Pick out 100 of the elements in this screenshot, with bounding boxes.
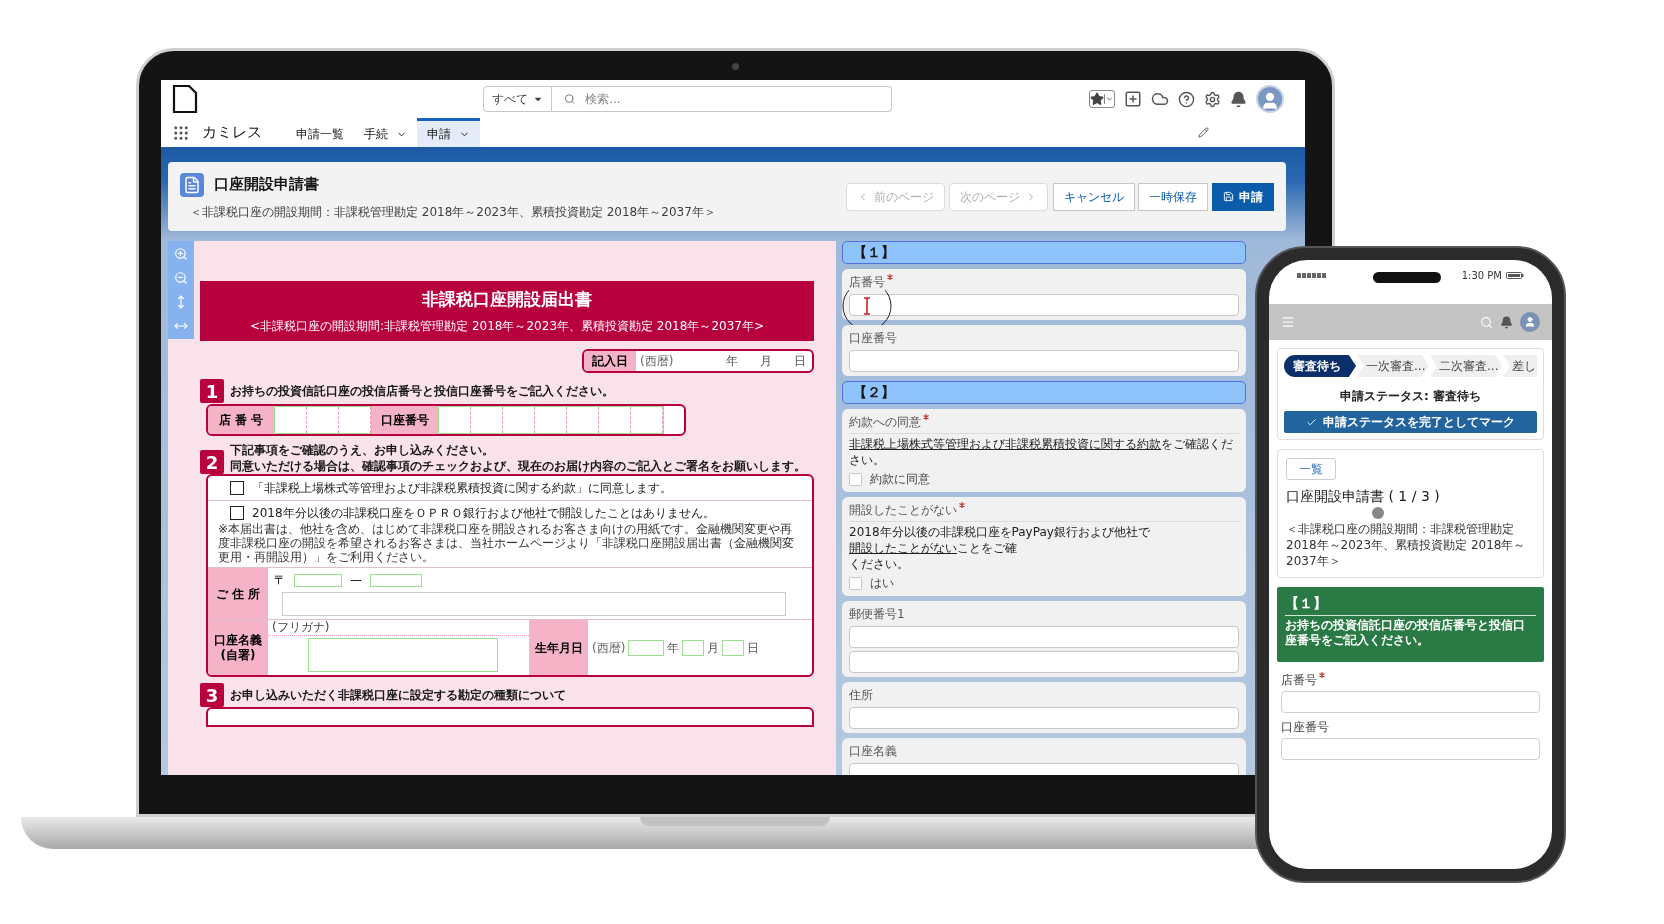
note-text: ※本届出書は、他社を含め、はじめて非課税口座を開設されるお客さま向けの用紙です。金融機関変更や再度非課税口座の開設を希望されるお客さまは、当社ホームページより「非課税口座開設届出書（金融機関変更用・再開設用）」をご利用ください。 bbox=[217, 522, 795, 566]
date-unit-label: 年 bbox=[667, 639, 680, 657]
field-label: (自署) bbox=[220, 647, 256, 663]
path-step[interactable]: 二次審査... bbox=[1430, 355, 1502, 377]
field-label: 住所 bbox=[849, 686, 873, 704]
star-icon bbox=[1090, 92, 1104, 106]
nav-tab[interactable]: 手続 bbox=[354, 118, 417, 147]
record-subtitle: ＜非課税口座の開設期間：非課税管理勘定 2018年～2023年、累積投資勘定 2018年～2037年＞ bbox=[1286, 521, 1527, 569]
text-input[interactable] bbox=[1281, 738, 1540, 760]
checkbox-label: はい bbox=[870, 575, 894, 592]
name-input[interactable] bbox=[308, 638, 498, 672]
field-label: 口座番号 bbox=[372, 406, 438, 434]
section-number: 1 bbox=[200, 379, 224, 403]
checkbox[interactable] bbox=[230, 481, 244, 495]
text-input[interactable] bbox=[849, 626, 1239, 648]
help-icon[interactable] bbox=[1178, 90, 1195, 108]
address-input[interactable] bbox=[282, 592, 786, 616]
text-input[interactable] bbox=[849, 294, 1239, 316]
search-field[interactable]: 検索... bbox=[585, 90, 879, 108]
nav-tab[interactable]: 申請 bbox=[417, 118, 480, 147]
digit-entry-field[interactable] bbox=[438, 406, 664, 434]
section-heading: 【１】 bbox=[853, 243, 895, 262]
form-title: 非課税口座開設届出書 bbox=[422, 288, 592, 312]
postal-code-input[interactable] bbox=[294, 573, 342, 587]
zoom-in-icon[interactable] bbox=[174, 247, 188, 261]
section-heading: 【１】 bbox=[1285, 595, 1327, 611]
list-button[interactable]: 一覧 bbox=[1286, 458, 1336, 480]
field-label: 店番号 bbox=[1281, 672, 1317, 689]
date-unit-label: 年 bbox=[726, 353, 738, 370]
search-icon bbox=[564, 93, 576, 105]
action-button[interactable]: 一時保存 bbox=[1138, 182, 1208, 211]
checkbox[interactable] bbox=[230, 506, 244, 520]
search-scope-dropdown[interactable]: すべて bbox=[483, 86, 552, 112]
path-step[interactable]: 審査待ち bbox=[1284, 355, 1356, 377]
save-icon bbox=[1223, 191, 1234, 202]
nav-tab[interactable]: 申請一覧 bbox=[286, 118, 354, 147]
field-label: 口座名義 bbox=[214, 632, 262, 648]
check-icon bbox=[1306, 416, 1317, 428]
field-label: 約款への同意 bbox=[849, 413, 921, 431]
record-icon bbox=[180, 172, 204, 197]
battery-icon bbox=[1506, 271, 1524, 279]
date-unit-label: 日 bbox=[747, 639, 760, 657]
search-bar[interactable]: 検索... bbox=[552, 86, 892, 112]
date-input[interactable] bbox=[628, 639, 665, 656]
page-subtitle: ＜非課税口座の開設期間：非課税管理勘定 2018年～2023年、累積投資勘定 2018年～2037年＞ bbox=[190, 203, 716, 221]
field-label: 口座番号 bbox=[849, 329, 897, 347]
section-text: お持ちの投資信託口座の投信店番号と投信口座番号をご記入ください。 bbox=[1285, 618, 1526, 648]
section-heading: 下記事項をご確認のうえ、お申し込みください。 bbox=[230, 442, 495, 458]
postal-code-input[interactable] bbox=[370, 573, 422, 587]
era-label: (西暦) bbox=[640, 353, 674, 370]
digit-entry-field[interactable] bbox=[274, 406, 372, 434]
field-label: ご 住 所 bbox=[208, 568, 268, 619]
menu-icon[interactable] bbox=[1281, 315, 1295, 329]
terms-link[interactable]: 開設したことがない bbox=[849, 541, 957, 555]
favorites-button[interactable] bbox=[1089, 90, 1115, 108]
submit-button[interactable]: 申請 bbox=[1212, 182, 1274, 211]
entry-date-label: 記入日 bbox=[584, 351, 636, 371]
cloud-icon[interactable] bbox=[1151, 90, 1169, 108]
checkbox-label: 2018年分以後の非課税口座をＯＰＲＯ銀行および他社で開設したことはありません。 bbox=[252, 505, 715, 522]
add-icon[interactable] bbox=[1124, 90, 1142, 108]
field-label: 店番号 bbox=[849, 273, 885, 291]
chevron-down-icon bbox=[1104, 94, 1114, 104]
text-input[interactable] bbox=[849, 707, 1239, 729]
bell-icon[interactable] bbox=[1500, 315, 1513, 329]
terms-link[interactable]: 非課税上場株式等管理および非課税累積投資に関する約款 bbox=[849, 437, 1161, 451]
action-button[interactable]: キャンセル bbox=[1053, 182, 1135, 211]
section-heading: 同意いただける場合は、確認事項のチェックおよび、現在のお届け内容のご記入とご署名をお願いします。 bbox=[230, 458, 806, 474]
section-number: 3 bbox=[200, 683, 224, 707]
page-title: 口座開設申請書 bbox=[214, 174, 319, 196]
consent-text: 非課税上場株式等管理および非課税累積投資に関する約款をご確認ください。 bbox=[849, 436, 1234, 468]
form-subtitle: <非課税口座の開設期間:非課税管理勘定 2018年～2023年、累積投資勘定 2018年～2037年> bbox=[250, 317, 764, 335]
date-input[interactable] bbox=[682, 639, 705, 656]
settings-icon[interactable] bbox=[1204, 90, 1221, 108]
postal-mark: 〒 bbox=[274, 572, 286, 589]
text-input[interactable] bbox=[849, 350, 1239, 372]
signal-icon bbox=[1297, 272, 1327, 278]
app-name: カミレス bbox=[202, 122, 262, 144]
date-input[interactable] bbox=[722, 639, 745, 656]
status-time: 1:30 PM bbox=[1461, 268, 1502, 283]
app-launcher-icon[interactable] bbox=[172, 123, 190, 142]
avatar[interactable] bbox=[1520, 312, 1540, 332]
date-unit-label: 日 bbox=[794, 353, 806, 370]
consent-text: 2018年分以後の非課税口座をPayPay銀行および他社で 開設したことがないことをご確 ください。 bbox=[849, 524, 1151, 572]
bell-icon[interactable] bbox=[1230, 90, 1247, 108]
section-number: 2 bbox=[200, 450, 224, 474]
search-icon[interactable] bbox=[1480, 315, 1493, 329]
pencil-icon[interactable] bbox=[1198, 127, 1209, 138]
text-input[interactable] bbox=[849, 651, 1239, 673]
path-step[interactable]: 一次審査... bbox=[1357, 355, 1429, 377]
avatar[interactable] bbox=[1256, 85, 1284, 113]
mark-complete-button[interactable]: 申請ステータスを完了としてマーク bbox=[1284, 411, 1537, 433]
record-title: 口座開設申請書 ( 1 / 3 ) bbox=[1286, 487, 1440, 506]
date-unit-label: 月 bbox=[707, 639, 720, 657]
field-label: 口座番号 bbox=[1281, 719, 1329, 736]
zoom-out-icon[interactable] bbox=[174, 271, 188, 285]
field-label: 店 番 号 bbox=[208, 406, 274, 434]
field-label: 口座名義 bbox=[849, 742, 897, 760]
path-step[interactable]: 差し bbox=[1503, 355, 1537, 377]
text-input[interactable] bbox=[1281, 691, 1540, 713]
document-icon bbox=[172, 85, 198, 113]
